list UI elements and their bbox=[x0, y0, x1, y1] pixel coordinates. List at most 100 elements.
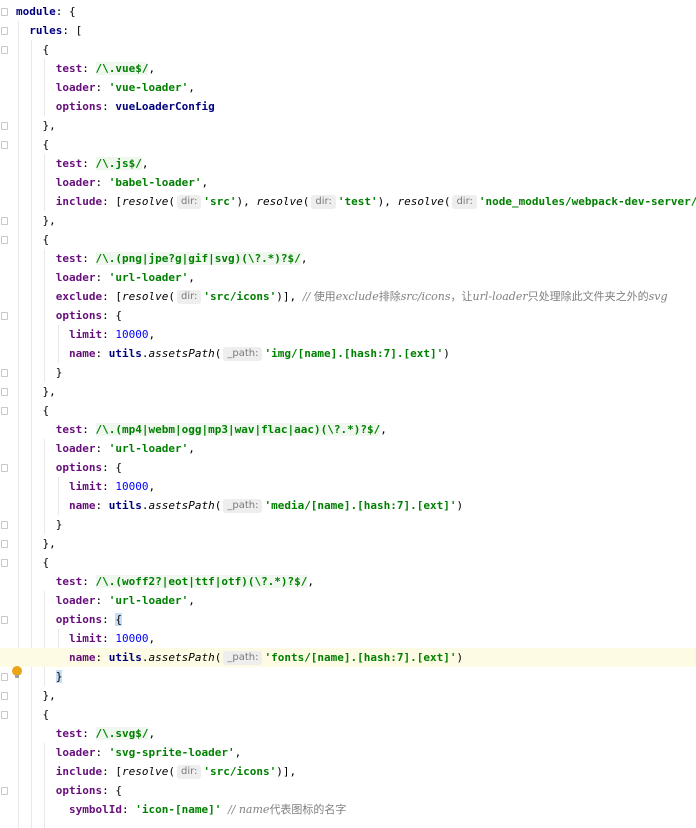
code-line[interactable]: name: utils.assetsPath(_path:'fonts/[nam… bbox=[0, 648, 696, 667]
code-line[interactable]: limit: 10000, bbox=[0, 629, 696, 648]
code-token: vueLoaderConfig bbox=[115, 100, 215, 113]
code-line[interactable]: { bbox=[0, 230, 696, 249]
code-token: include bbox=[55, 195, 103, 208]
code-token: loader bbox=[55, 271, 96, 284]
code-token: ( bbox=[214, 651, 222, 664]
code-line[interactable]: { bbox=[0, 553, 696, 572]
code-token: : bbox=[95, 271, 109, 284]
code-line[interactable]: include: [resolve(dir:'src/icons')], bbox=[0, 762, 696, 781]
parameter-hint: dir: bbox=[176, 290, 202, 304]
code-token: test bbox=[55, 157, 83, 170]
code-token: limit bbox=[68, 480, 103, 493]
code-line[interactable]: include: [resolve(dir:'src'), resolve(di… bbox=[0, 192, 696, 211]
code-line[interactable]: }, bbox=[0, 534, 696, 553]
code-token: 'src/icons' bbox=[203, 290, 277, 303]
code-token: : bbox=[95, 81, 109, 94]
code-token: limit bbox=[68, 632, 103, 645]
code-token: : bbox=[95, 442, 109, 455]
code-line[interactable]: symbolId: 'icon-[name]' // name代表图标的名字 bbox=[0, 800, 696, 819]
code-token: utils bbox=[108, 347, 142, 360]
code-line[interactable]: loader: 'svg-sprite-loader', bbox=[0, 743, 696, 762]
code-token: 10000 bbox=[115, 480, 149, 493]
code-line[interactable]: options: vueLoaderConfig bbox=[0, 97, 696, 116]
code-token: ) bbox=[456, 499, 464, 512]
code-line[interactable]: module: { bbox=[0, 2, 696, 21]
code-line[interactable]: options: { bbox=[0, 306, 696, 325]
code-line[interactable]: loader: 'vue-loader', bbox=[0, 78, 696, 97]
code-token: , bbox=[148, 632, 156, 645]
code-token: resolve bbox=[256, 195, 303, 208]
code-line[interactable]: test: /\.(png|jpe?g|gif|svg)(\?.*)?$/, bbox=[0, 249, 696, 268]
code-line[interactable]: { bbox=[0, 401, 696, 420]
code-comment: // bbox=[302, 290, 314, 303]
code-token: }, bbox=[16, 214, 56, 227]
parameter-hint: _path: bbox=[223, 499, 263, 513]
code-token: options bbox=[55, 613, 103, 626]
code-token: : { bbox=[102, 309, 122, 322]
code-line[interactable]: test: /\.(mp4|webm|ogg|mp3|wav|flac|aac)… bbox=[0, 420, 696, 439]
code-line[interactable]: limit: 10000, bbox=[0, 325, 696, 344]
code-line[interactable]: name: utils.assetsPath(_path:'img/[name]… bbox=[0, 344, 696, 363]
code-line[interactable]: options: { bbox=[0, 610, 696, 629]
code-line[interactable]: }, bbox=[0, 116, 696, 135]
code-token: 10000 bbox=[115, 328, 149, 341]
code-token: , bbox=[148, 480, 156, 493]
code-token: symbolId bbox=[68, 803, 122, 816]
code-line[interactable]: }, bbox=[0, 686, 696, 705]
lightbulb-icon[interactable] bbox=[12, 666, 22, 678]
code-token: , bbox=[188, 594, 195, 607]
code-token: assetsPath bbox=[148, 651, 215, 664]
code-line[interactable]: { bbox=[0, 40, 696, 59]
code-line[interactable]: test: /\.vue$/, bbox=[0, 59, 696, 78]
code-line[interactable]: exclude: [resolve(dir:'src/icons')], // … bbox=[0, 287, 696, 306]
code-token: , bbox=[201, 176, 209, 189]
code-token: resolve bbox=[121, 765, 169, 778]
code-token: : bbox=[102, 632, 116, 645]
code-token: )], bbox=[276, 765, 297, 778]
code-token: 'test' bbox=[337, 195, 378, 208]
code-line[interactable]: test: /\.svg$/, bbox=[0, 724, 696, 743]
code-comment: src/icons bbox=[400, 290, 451, 303]
code-line[interactable]: options: { bbox=[0, 458, 696, 477]
code-token: : bbox=[95, 651, 109, 664]
code-token: 10000 bbox=[115, 632, 149, 645]
code-line[interactable]: test: /\.(woff2?|eot|ttf|otf)(\?.*)?$/, bbox=[0, 572, 696, 591]
code-token: { bbox=[16, 708, 50, 721]
code-line[interactable]: loader: 'url-loader', bbox=[0, 439, 696, 458]
code-token: : { bbox=[55, 5, 76, 18]
code-line[interactable]: loader: 'url-loader', bbox=[0, 268, 696, 287]
parameter-hint: dir: bbox=[176, 195, 202, 209]
code-line[interactable]: { bbox=[0, 705, 696, 724]
code-line[interactable]: options: { bbox=[0, 781, 696, 800]
code-line[interactable]: } bbox=[0, 515, 696, 534]
code-line[interactable]: name: utils.assetsPath(_path:'media/[nam… bbox=[0, 496, 696, 515]
matched-brace: { bbox=[115, 613, 122, 626]
code-token: ), bbox=[236, 195, 257, 208]
code-token: rules bbox=[29, 24, 63, 37]
code-editor[interactable]: module: { rules: [ { test: /\.vue$/, loa… bbox=[0, 0, 696, 828]
code-token: resolve bbox=[121, 290, 169, 303]
code-line[interactable]: }, bbox=[0, 382, 696, 401]
code-token: : bbox=[82, 157, 96, 170]
code-line[interactable]: rules: [ bbox=[0, 21, 696, 40]
code-line[interactable]: } bbox=[0, 667, 696, 686]
code-comment: 只处理除此文件夹之外的 bbox=[527, 290, 649, 303]
code-token: : bbox=[95, 746, 109, 759]
code-line[interactable]: limit: 10000, bbox=[0, 477, 696, 496]
code-line[interactable]: { bbox=[0, 135, 696, 154]
code-token: /\.js$/ bbox=[95, 157, 142, 170]
code-line[interactable]: loader: 'babel-loader', bbox=[0, 173, 696, 192]
code-line[interactable]: test: /\.js$/, bbox=[0, 154, 696, 173]
code-line[interactable]: }, bbox=[0, 211, 696, 230]
code-line[interactable]: } bbox=[0, 363, 696, 382]
code-line[interactable]: loader: 'url-loader', bbox=[0, 591, 696, 610]
code-token: 'src' bbox=[203, 195, 237, 208]
code-token: /\.vue$/ bbox=[95, 62, 149, 75]
code-token: test bbox=[55, 62, 83, 75]
